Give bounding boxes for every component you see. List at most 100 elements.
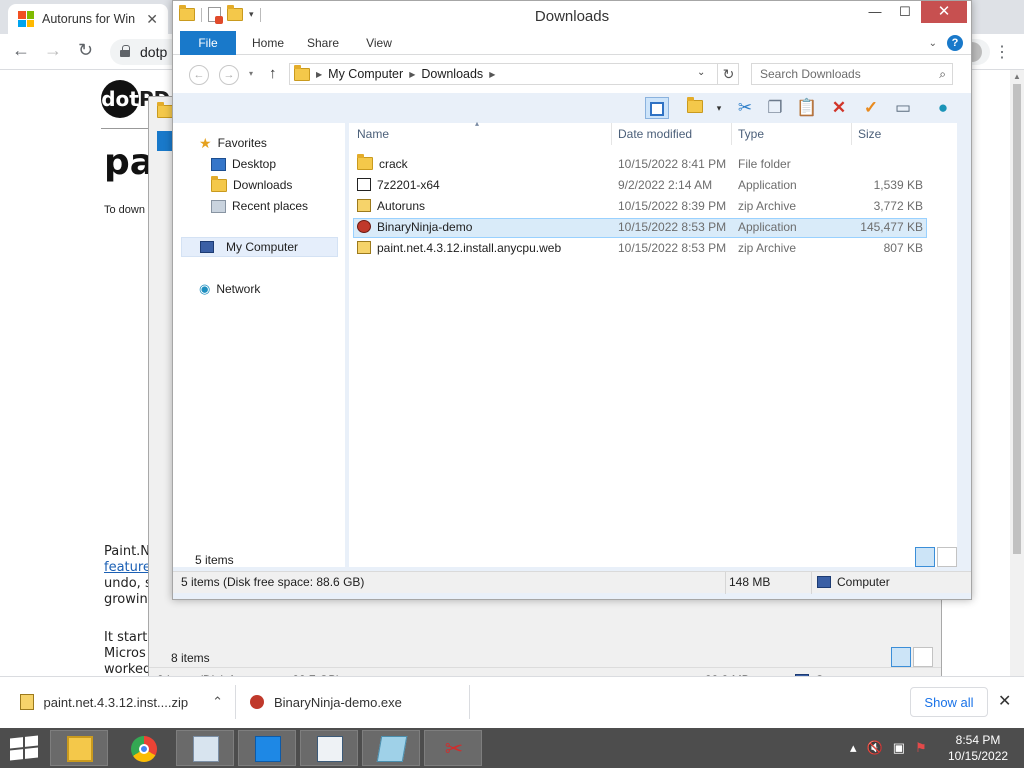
file-date: 10/15/2022 8:39 PM (618, 199, 727, 213)
volume-muted-icon[interactable]: 🔇 (867, 740, 883, 756)
file-size: 3,772 KB (873, 199, 923, 213)
dropdown-icon[interactable]: ⌃ (212, 694, 223, 710)
download-item[interactable]: BinaryNinja-demo.exe (238, 685, 470, 719)
column-type[interactable]: Type (738, 127, 764, 145)
search-input[interactable]: Search Downloads ⌕ (751, 63, 953, 85)
file-explorer-taskbar-button[interactable] (50, 730, 108, 766)
dropdown-icon[interactable]: ▾ (707, 97, 731, 119)
binaryninja-icon (250, 695, 264, 709)
title-bar[interactable]: ▾ Downloads — ☐ ✕ (173, 1, 971, 31)
show-hidden-icons-icon[interactable]: ▴ (850, 740, 857, 756)
chevron-right-icon[interactable]: ▶ (409, 70, 415, 79)
file-row[interactable]: paint.net.4.3.12.install.anycpu.web 10/1… (353, 239, 927, 259)
file-row[interactable]: 7z2201-x64 9/2/2022 2:14 AM Application … (353, 176, 927, 196)
scroll-up-icon[interactable]: ▲ (1013, 72, 1021, 81)
paste-icon[interactable]: 📋 (795, 97, 819, 119)
address-toolbar: ← → ▾ ↑ ▶ My Computer ▶ Downloads ▶ ⌄ ↻ … (173, 55, 971, 93)
search-icon: ⌕ (939, 67, 946, 81)
file-name: BinaryNinja-demo (357, 220, 472, 234)
performance-monitor-taskbar-button[interactable] (176, 730, 234, 766)
file-row-selected[interactable]: BinaryNinja-demo 10/15/2022 8:53 PM Appl… (353, 218, 927, 238)
breadcrumb-my-computer[interactable]: My Computer (328, 67, 403, 81)
forward-button[interactable]: → (219, 65, 239, 85)
copy-icon[interactable]: ❐ (763, 97, 787, 119)
file-size: 1,539 KB (873, 178, 923, 192)
start-button[interactable] (10, 735, 38, 761)
file-size: 807 KB (883, 241, 923, 255)
close-button[interactable]: ✕ (921, 1, 967, 23)
help-icon[interactable]: ? (947, 35, 963, 51)
column-date[interactable]: Date modified (618, 127, 692, 145)
reload-icon[interactable]: ↻ (78, 40, 93, 61)
network-status-icon[interactable]: ▣ (893, 740, 905, 756)
minimize-button[interactable]: — (861, 1, 889, 23)
large-icons-view-button[interactable] (937, 547, 957, 567)
column-divider[interactable] (611, 123, 612, 145)
desktop-icon (211, 157, 226, 171)
back-arrow-icon[interactable]: ← (12, 40, 30, 61)
rename-icon[interactable]: ▭ (891, 97, 915, 119)
clock-time: 8:54 PM (955, 733, 1001, 747)
scroll-thumb[interactable] (1013, 84, 1021, 554)
nav-my-computer[interactable]: My Computer (181, 237, 338, 257)
maximize-button[interactable]: ☐ (891, 1, 919, 23)
snipping-tool-taskbar-button[interactable]: ✂ (424, 730, 482, 766)
tab-file[interactable]: File (180, 31, 236, 55)
refresh-icon[interactable]: ↻ (717, 63, 739, 85)
cut-icon[interactable]: ✂ (733, 97, 757, 119)
file-row[interactable]: Autoruns 10/15/2022 8:39 PM zip Archive … (353, 197, 927, 217)
details-view-button[interactable] (891, 647, 911, 667)
folder-options-icon[interactable] (683, 97, 707, 119)
globe-icon[interactable]: ● (931, 97, 955, 119)
view-buttons (915, 547, 957, 567)
breadcrumb-downloads[interactable]: Downloads (421, 67, 483, 81)
delete-icon[interactable]: ✕ (827, 97, 851, 119)
taskbar: ✂ ▴ 🔇 ▣ ⚑ 8:54 PM 10/15/2022 (0, 728, 1024, 768)
chrome-tab-title: Autoruns for Win (42, 12, 136, 26)
close-download-bar-icon[interactable]: ✕ (998, 691, 1011, 711)
tab-home[interactable]: Home (243, 31, 293, 55)
up-button[interactable]: ↑ (269, 65, 277, 82)
chevron-right-icon[interactable]: ▶ (489, 70, 495, 79)
action-center-icon[interactable]: ⚑ (915, 740, 927, 756)
chevron-right-icon[interactable]: ▶ (316, 70, 322, 79)
file-tab-edge[interactable] (157, 131, 173, 151)
forward-arrow-icon[interactable]: → (44, 40, 62, 61)
checkmark-icon[interactable]: ✓ (859, 97, 883, 119)
clock-date: 10/15/2022 (948, 749, 1009, 763)
url-text: dotp (140, 44, 168, 60)
items-count: 5 items (195, 553, 234, 567)
column-name[interactable]: Name (357, 127, 389, 145)
details-view-button[interactable] (915, 547, 935, 567)
chrome-tab[interactable]: Autoruns for Win ✕ (8, 4, 168, 34)
expand-ribbon-icon[interactable]: ⌄ (929, 38, 937, 49)
news-app-taskbar-button[interactable] (300, 730, 358, 766)
address-dropdown-icon[interactable]: ⌄ (697, 67, 705, 78)
preview-pane-icon[interactable] (645, 97, 669, 119)
column-size[interactable]: Size (858, 127, 881, 145)
notepad-taskbar-button[interactable] (362, 730, 420, 766)
nav-network[interactable]: ◉ Network (199, 279, 364, 299)
chrome-taskbar-button[interactable] (114, 730, 172, 766)
page-scrollbar[interactable]: ▲ ▼ (1010, 70, 1024, 686)
back-button[interactable]: ← (189, 65, 209, 85)
large-icons-view-button[interactable] (913, 647, 933, 667)
explorer-window[interactable]: ▾ Downloads — ☐ ✕ File Home Share View ⌄… (172, 0, 972, 600)
app-taskbar-button[interactable] (238, 730, 296, 766)
features-link[interactable]: feature (104, 560, 152, 576)
column-divider[interactable] (731, 123, 732, 145)
show-all-button[interactable]: Show all (910, 687, 988, 717)
download-item[interactable]: paint.net.4.3.12.inst....zip ⌃ (8, 685, 236, 719)
close-tab-icon[interactable]: ✕ (146, 11, 158, 28)
breadcrumb[interactable]: ▶ My Computer ▶ Downloads ▶ (289, 63, 739, 85)
status-size: 148 MB (729, 575, 771, 589)
tab-view[interactable]: View (355, 31, 403, 55)
tab-share[interactable]: Share (299, 31, 347, 55)
clock[interactable]: 8:54 PM 10/15/2022 (948, 732, 1008, 764)
recent-locations-icon[interactable]: ▾ (249, 69, 253, 78)
nav-favorites[interactable]: ★ Favorites (199, 133, 364, 153)
file-date: 9/2/2022 2:14 AM (618, 178, 713, 192)
column-divider[interactable] (851, 123, 852, 145)
file-row[interactable]: crack 10/15/2022 8:41 PM File folder (353, 154, 927, 175)
kebab-menu-icon[interactable]: ⋮ (994, 42, 1010, 62)
